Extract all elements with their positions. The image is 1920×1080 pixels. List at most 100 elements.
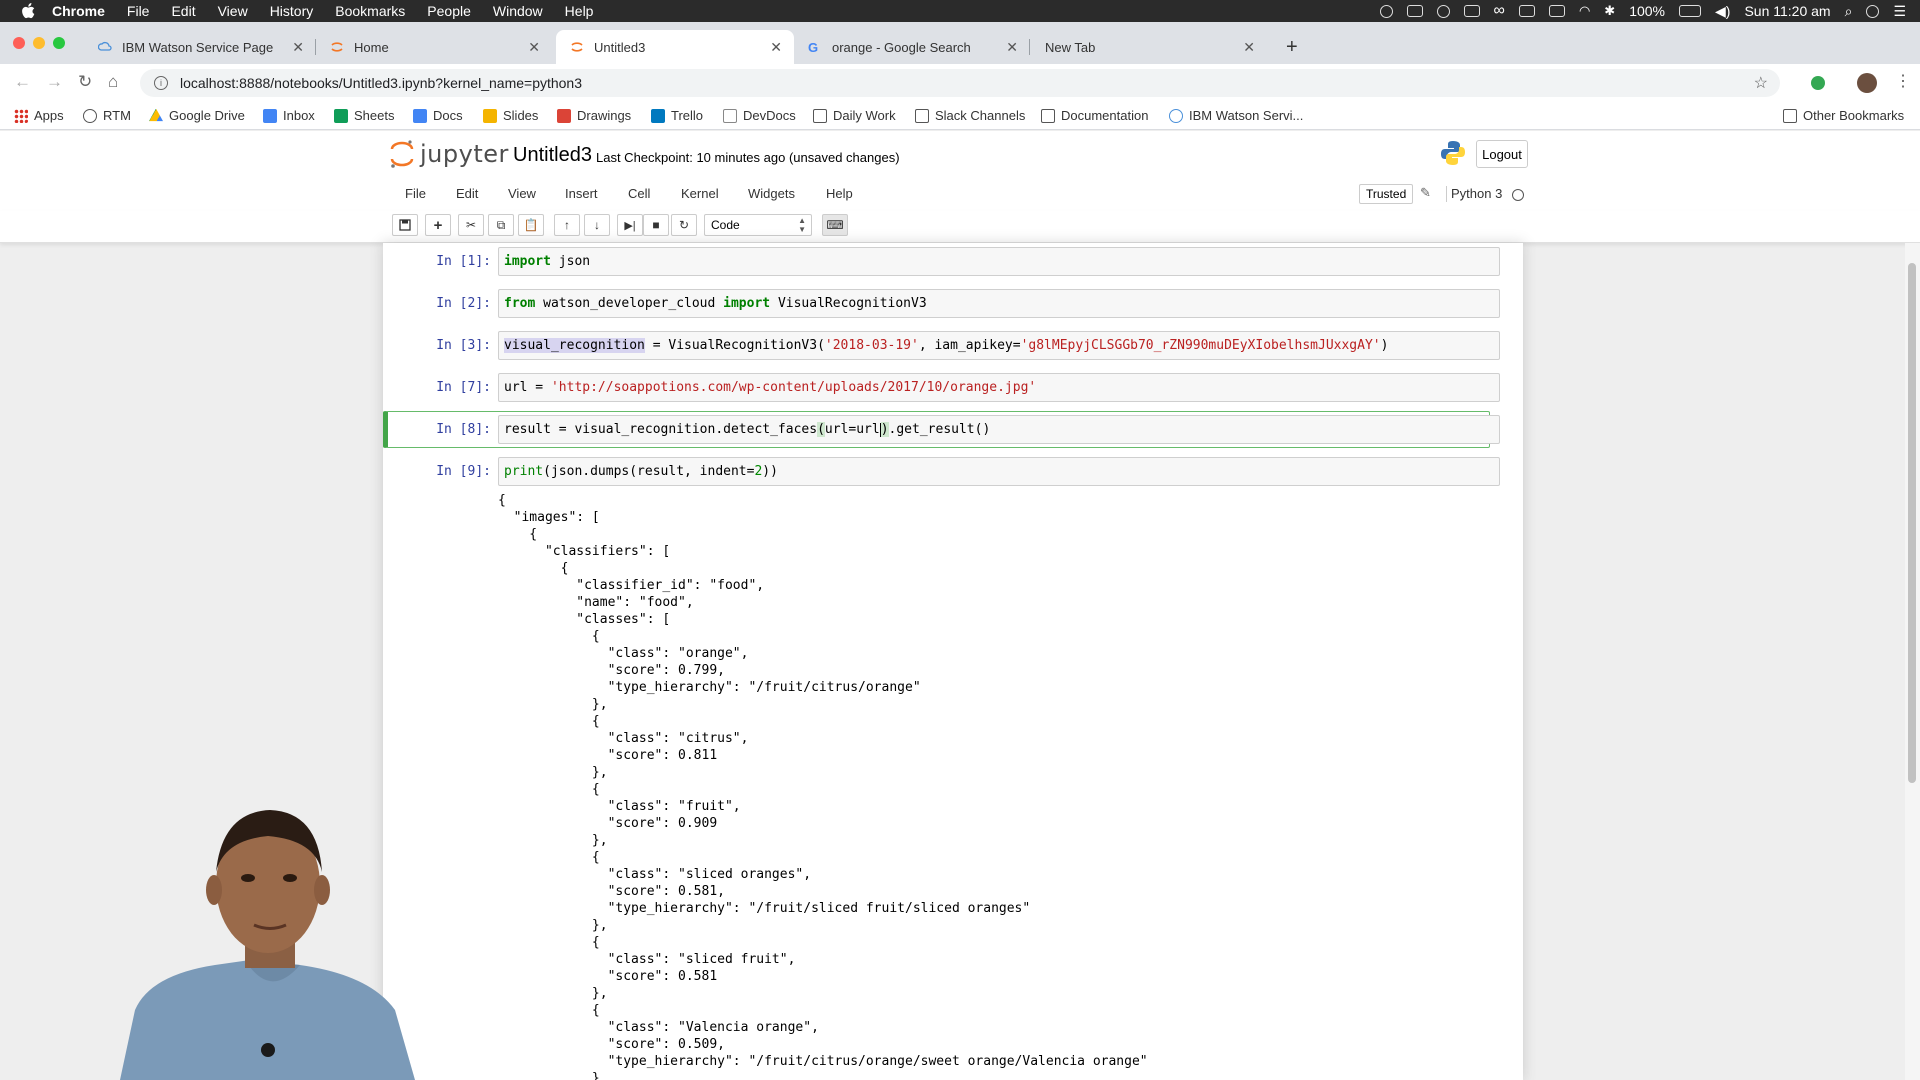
pencil-icon[interactable]: ✎	[1420, 185, 1431, 201]
chrome-menu-icon[interactable]: ⋮	[1895, 71, 1911, 91]
clock[interactable]: Sun 11:20 am	[1744, 3, 1830, 19]
cell-type-select[interactable]: Code ▲ ▼	[704, 214, 812, 236]
reload-icon[interactable]: ↻	[78, 72, 92, 92]
jmenu-kernel[interactable]: Kernel	[681, 186, 719, 201]
insert-cell-icon[interactable]: +	[425, 214, 451, 236]
bookmark-sheets[interactable]: Sheets	[334, 108, 394, 123]
jmenu-edit[interactable]: Edit	[456, 186, 478, 201]
jmenu-view[interactable]: View	[508, 186, 536, 201]
record-icon[interactable]	[1379, 4, 1393, 18]
trusted-badge[interactable]: Trusted	[1359, 184, 1414, 204]
screen-share-icon[interactable]	[1406, 5, 1423, 17]
avatar[interactable]	[1857, 73, 1877, 93]
volume-icon[interactable]: ◀)	[1715, 3, 1730, 20]
infinity-icon[interactable]: ∞	[1494, 2, 1505, 20]
window-maximize-button[interactable]	[53, 37, 65, 49]
menu-file[interactable]: File	[127, 3, 150, 19]
kernel-name[interactable]: Python 3	[1451, 186, 1502, 201]
bluetooth-icon[interactable]: ✱	[1604, 3, 1615, 19]
tab-google-search[interactable]: G orange - Google Search ✕	[794, 30, 1030, 64]
tab-untitled3[interactable]: Untitled3 ✕	[556, 30, 794, 64]
airplay-icon[interactable]	[1518, 5, 1535, 17]
bookmark-star-icon[interactable]: ☆	[1754, 73, 1768, 93]
tab-ibm-watson[interactable]: IBM Watson Service Page ✕	[84, 30, 316, 64]
window-minimize-button[interactable]	[33, 37, 45, 49]
wifi-icon[interactable]: ◠	[1579, 3, 1590, 19]
cell-input[interactable]: print(json.dumps(result, indent=2))	[498, 457, 1500, 486]
jupyter-logo[interactable]: jupyter	[390, 139, 509, 169]
logout-button[interactable]: Logout	[1476, 140, 1528, 168]
cell-input[interactable]: from watson_developer_cloud import Visua…	[498, 289, 1500, 318]
bookmark-inbox[interactable]: Inbox	[263, 108, 315, 123]
jmenu-file[interactable]: File	[405, 186, 426, 201]
menu-bookmarks[interactable]: Bookmarks	[335, 3, 405, 19]
new-tab-button[interactable]: +	[1286, 36, 1298, 59]
save-icon[interactable]	[392, 214, 418, 236]
tab-close-icon[interactable]: ✕	[292, 39, 304, 56]
bookmark-slack-channels[interactable]: Slack Channels	[915, 108, 1025, 123]
jmenu-widgets[interactable]: Widgets	[748, 186, 795, 201]
apple-icon[interactable]	[20, 3, 36, 19]
paste-icon[interactable]: 📋	[518, 214, 544, 236]
copy-icon[interactable]: ⧉	[488, 214, 514, 236]
command-palette-icon[interactable]: ⌨	[822, 214, 848, 236]
menu-help[interactable]: Help	[565, 3, 594, 19]
bookmark-devdocs[interactable]: DevDocs	[723, 108, 796, 123]
cut-icon[interactable]: ✂	[458, 214, 484, 236]
siri-icon[interactable]	[1866, 4, 1880, 18]
notebook-title[interactable]: Untitled3	[513, 144, 592, 167]
menu-window[interactable]: Window	[493, 3, 543, 19]
restart-icon[interactable]: ↻	[671, 214, 697, 236]
cell-input[interactable]: result = visual_recognition.detect_faces…	[498, 415, 1500, 444]
address-url[interactable]: localhost:8888/notebooks/Untitled3.ipynb…	[180, 75, 582, 91]
cell-input[interactable]: import json	[498, 247, 1500, 276]
jmenu-cell[interactable]: Cell	[628, 186, 650, 201]
cell-input[interactable]: url = 'http://soappotions.com/wp-content…	[498, 373, 1500, 402]
bookmark-rtm[interactable]: RTM	[83, 108, 131, 123]
bookmark-daily-work[interactable]: Daily Work	[813, 108, 896, 123]
bookmark-ibm-watson[interactable]: IBM Watson Servi...	[1169, 108, 1303, 123]
window-close-button[interactable]	[13, 37, 25, 49]
bookmark-slides[interactable]: Slides	[483, 108, 538, 123]
move-down-icon[interactable]: ↓	[584, 214, 610, 236]
tab-home[interactable]: Home ✕	[316, 30, 552, 64]
bookmark-docs[interactable]: Docs	[413, 108, 463, 123]
spotlight-icon[interactable]: ⌕	[1845, 3, 1853, 20]
address-bar[interactable]: i localhost:8888/notebooks/Untitled3.ipy…	[140, 69, 1780, 97]
move-up-icon[interactable]: ↑	[554, 214, 580, 236]
menu-history[interactable]: History	[270, 3, 314, 19]
forward-icon[interactable]: →	[46, 72, 63, 92]
page-scrollbar[interactable]	[1905, 243, 1920, 1080]
notification-center-icon[interactable]: ☰	[1893, 3, 1906, 20]
tab-close-icon[interactable]: ✕	[1243, 39, 1255, 56]
bookmark-other-bookmarks[interactable]: Other Bookmarks	[1783, 108, 1904, 123]
jmenu-insert[interactable]: Insert	[565, 186, 598, 201]
battery-icon[interactable]	[1679, 5, 1702, 17]
menu-app-name[interactable]: Chrome	[52, 3, 105, 19]
interrupt-icon[interactable]: ■	[643, 214, 669, 236]
bookmark-apps[interactable]: Apps	[14, 108, 64, 123]
tab-new-tab[interactable]: New Tab ✕	[1031, 30, 1267, 64]
cell-input[interactable]: visual_recognition = VisualRecognitionV3…	[498, 331, 1500, 360]
back-icon[interactable]: ←	[14, 72, 31, 92]
cloud-icon[interactable]	[1463, 5, 1480, 17]
grid-icon[interactable]	[1548, 5, 1565, 17]
menu-edit[interactable]: Edit	[171, 3, 195, 19]
scrollbar-thumb[interactable]	[1908, 263, 1916, 783]
menu-people[interactable]: People	[427, 3, 471, 19]
bookmark-google-drive[interactable]: Google Drive	[149, 108, 245, 123]
tab-close-icon[interactable]: ✕	[1006, 39, 1018, 56]
dropbox-icon[interactable]	[1436, 4, 1450, 18]
tab-close-icon[interactable]: ✕	[528, 39, 540, 56]
folder-icon	[1041, 108, 1055, 123]
tab-close-icon[interactable]: ✕	[770, 39, 782, 56]
run-icon[interactable]: ▶|	[617, 214, 643, 236]
bookmark-trello[interactable]: Trello	[651, 108, 703, 123]
jmenu-help[interactable]: Help	[826, 186, 853, 201]
menu-view[interactable]: View	[218, 3, 248, 19]
home-icon[interactable]: ⌂	[108, 72, 118, 92]
bookmark-drawings[interactable]: Drawings	[557, 108, 631, 123]
info-icon[interactable]: i	[154, 76, 168, 90]
bookmark-documentation[interactable]: Documentation	[1041, 108, 1148, 123]
extension-icon[interactable]	[1811, 76, 1825, 90]
